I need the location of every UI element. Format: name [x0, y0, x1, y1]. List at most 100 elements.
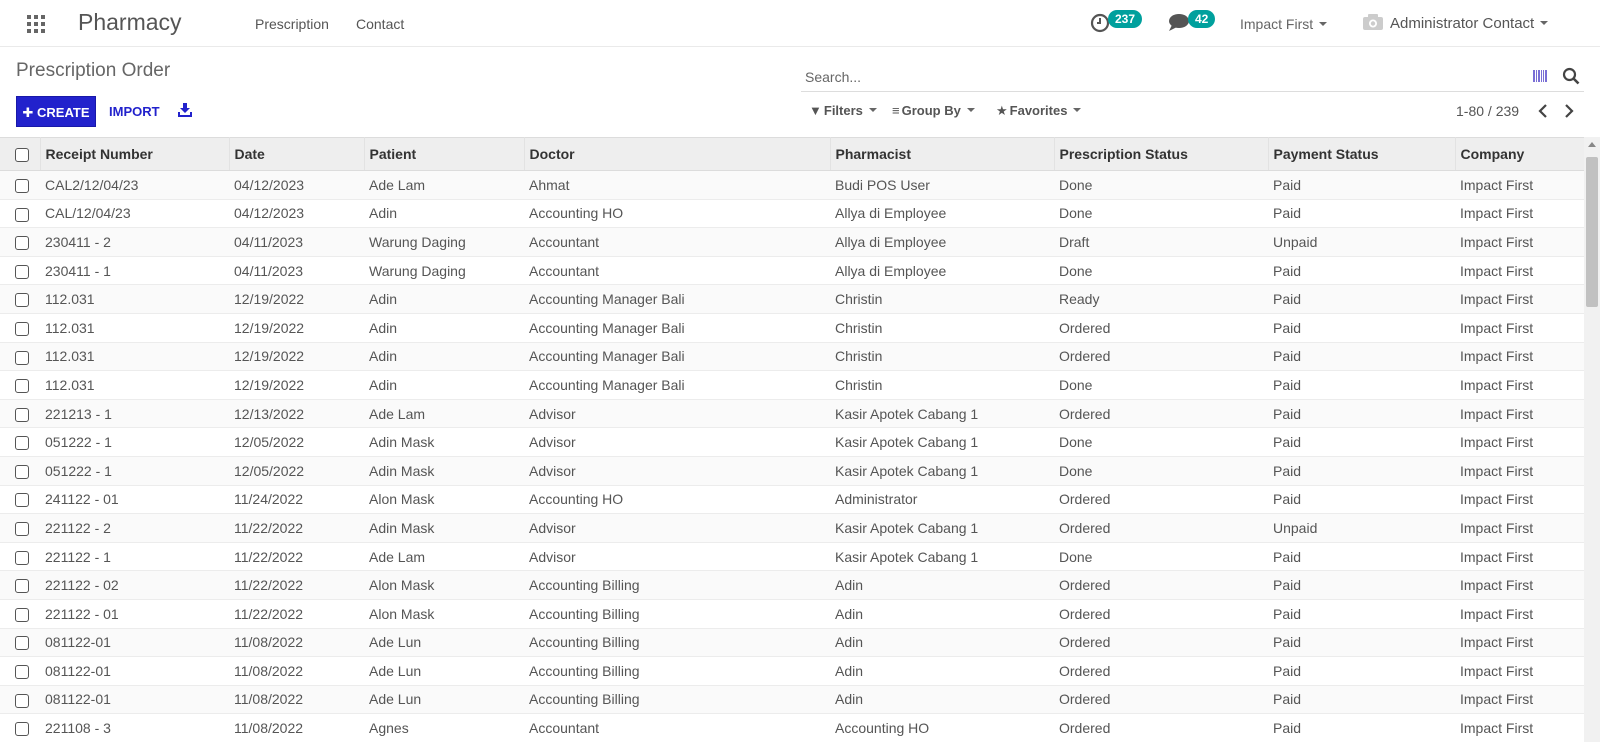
activity-menu[interactable]: 237: [1090, 10, 1150, 36]
table-cell: 11/22/2022: [229, 599, 364, 629]
menu-contact[interactable]: Contact: [356, 16, 404, 32]
table-cell: 221122 - 2: [40, 513, 229, 543]
search-icon[interactable]: [1562, 67, 1580, 85]
column-header[interactable]: Receipt Number: [40, 137, 230, 171]
table-row[interactable]: 221122 - 2 11/22/2022 Adin Mask Advisor Kasi…: [0, 513, 1584, 543]
table-row[interactable]: 221122 - 1 11/22/2022 Ade Lam Advisor Kasir …: [0, 542, 1584, 572]
select-all-cell: [0, 137, 41, 171]
table-cell: Impact First: [1455, 485, 1584, 515]
column-header[interactable]: Date: [229, 137, 365, 171]
table-row[interactable]: CAL/12/04/23 04/12/2023 Adin Accounting HO A…: [0, 199, 1584, 229]
table-row[interactable]: 112.031 12/19/2022 Adin Accounting Manager …: [0, 342, 1584, 372]
table-cell: Paid: [1268, 713, 1455, 742]
table-cell: 11/24/2022: [229, 485, 364, 515]
company-switcher[interactable]: Impact First: [1240, 16, 1328, 32]
table-cell: 04/12/2023: [229, 170, 364, 200]
select-all-checkbox[interactable]: [15, 148, 29, 163]
row-checkbox[interactable]: [15, 665, 29, 680]
table-cell: Accounting HO: [830, 713, 1054, 742]
row-checkbox[interactable]: [15, 722, 29, 737]
row-checkbox[interactable]: [15, 636, 29, 651]
table-row[interactable]: 241122 - 01 11/24/2022 Alon Mask Accounting…: [0, 485, 1584, 515]
message-count-badge: 42: [1188, 10, 1216, 28]
table-row[interactable]: 051222 - 1 12/05/2022 Adin Mask Advisor Kasi…: [0, 427, 1584, 457]
table-cell: 11/08/2022: [229, 713, 364, 742]
user-menu[interactable]: Administrator Contact: [1362, 13, 1549, 32]
app-brand[interactable]: Pharmacy: [78, 9, 182, 36]
table-row[interactable]: 081122-01 11/08/2022 Ade Lun Accounting Bil…: [0, 656, 1584, 686]
create-button-label: CREATE: [37, 105, 90, 120]
row-checkbox[interactable]: [15, 178, 29, 193]
table-row[interactable]: 221122 - 02 11/22/2022 Alon Mask Accounting…: [0, 570, 1584, 600]
search-input[interactable]: [805, 65, 1505, 89]
pager-value[interactable]: 1-80 / 239: [1456, 103, 1519, 119]
chevron-left-icon[interactable]: [1535, 102, 1551, 120]
row-checkbox[interactable]: [15, 407, 29, 422]
import-button[interactable]: IMPORT: [109, 104, 160, 119]
table-row[interactable]: 230411 - 1 04/11/2023 Warung Daging Account…: [0, 256, 1584, 286]
table-row[interactable]: 081122-01 11/08/2022 Ade Lun Accounting Bil…: [0, 628, 1584, 658]
row-checkbox[interactable]: [15, 379, 29, 394]
column-header[interactable]: Prescription Status: [1054, 137, 1269, 171]
table-cell: Adin Mask: [364, 427, 524, 457]
row-checkbox[interactable]: [15, 493, 29, 508]
column-header[interactable]: Payment Status: [1268, 137, 1456, 171]
table-row[interactable]: 112.031 12/19/2022 Adin Accounting Manager …: [0, 370, 1584, 400]
column-header[interactable]: Patient: [364, 137, 525, 171]
table-cell: Impact First: [1455, 170, 1584, 200]
row-select-cell: [0, 513, 40, 543]
table-cell: Impact First: [1455, 599, 1584, 629]
table-cell: 221213 - 1: [40, 399, 229, 429]
table-row[interactable]: 081122-01 11/08/2022 Ade Lun Accounting Bil…: [0, 685, 1584, 715]
scroll-up-arrow-icon[interactable]: [1588, 142, 1596, 147]
row-checkbox[interactable]: [15, 264, 29, 279]
table-row[interactable]: 221213 - 1 12/13/2022 Ade Lam Advisor Kasir …: [0, 399, 1584, 429]
row-checkbox[interactable]: [15, 350, 29, 365]
table-cell: 11/22/2022: [229, 570, 364, 600]
messaging-menu[interactable]: 42: [1167, 10, 1225, 36]
table-cell: Impact First: [1455, 284, 1584, 314]
scroll-thumb[interactable]: [1586, 157, 1598, 307]
table-cell: Adin: [364, 370, 524, 400]
column-header[interactable]: Doctor: [524, 137, 831, 171]
menu-prescription[interactable]: Prescription: [255, 16, 329, 32]
groupby-dropdown[interactable]: ≡ Group By: [892, 103, 975, 118]
table-row[interactable]: 221108 - 3 11/08/2022 Agnes Accountant Accou…: [0, 713, 1584, 742]
favorites-dropdown[interactable]: ★ Favorites: [996, 103, 1082, 119]
table-cell: Ordered: [1054, 713, 1268, 742]
vertical-scrollbar[interactable]: [1584, 137, 1600, 742]
table-cell: 112.031: [40, 342, 229, 372]
table-row[interactable]: 230411 - 2 04/11/2023 Warung Daging Account…: [0, 227, 1584, 257]
barcode-icon[interactable]: [1533, 70, 1547, 82]
row-checkbox[interactable]: [15, 321, 29, 336]
filters-dropdown[interactable]: ▼ Filters: [809, 103, 877, 118]
row-checkbox[interactable]: [15, 522, 29, 537]
table-row[interactable]: 112.031 12/19/2022 Adin Accounting Manager …: [0, 284, 1584, 314]
table-cell: Accounting Manager Bali: [524, 342, 830, 372]
table-row[interactable]: 051222 - 1 12/05/2022 Adin Mask Advisor Kasi…: [0, 456, 1584, 486]
list-icon: ≡: [892, 103, 900, 118]
row-checkbox[interactable]: [15, 607, 29, 622]
row-checkbox[interactable]: [15, 293, 29, 308]
row-checkbox[interactable]: [15, 207, 29, 222]
table-row[interactable]: 112.031 12/19/2022 Adin Accounting Manager …: [0, 313, 1584, 343]
create-button[interactable]: ✚ CREATE: [16, 96, 96, 127]
column-header[interactable]: Pharmacist: [830, 137, 1055, 171]
table-cell: Adin Mask: [364, 513, 524, 543]
apps-grid-icon[interactable]: [27, 15, 45, 33]
table-cell: 12/19/2022: [229, 284, 364, 314]
download-icon[interactable]: [178, 103, 192, 117]
column-header[interactable]: Company: [1455, 137, 1584, 171]
row-checkbox[interactable]: [15, 550, 29, 565]
table-cell: Ordered: [1054, 628, 1268, 658]
row-checkbox[interactable]: [15, 236, 29, 251]
row-checkbox[interactable]: [15, 436, 29, 451]
row-checkbox[interactable]: [15, 579, 29, 594]
table-row[interactable]: 221122 - 01 11/22/2022 Alon Mask Accounting…: [0, 599, 1584, 629]
row-checkbox[interactable]: [15, 464, 29, 479]
star-icon: ★: [996, 103, 1008, 118]
row-checkbox[interactable]: [15, 693, 29, 708]
chevron-right-icon[interactable]: [1561, 102, 1577, 120]
table-row[interactable]: CAL2/12/04/23 04/12/2023 Ade Lam Ahmat Budi …: [0, 170, 1584, 200]
filters-label: Filters: [823, 103, 863, 118]
